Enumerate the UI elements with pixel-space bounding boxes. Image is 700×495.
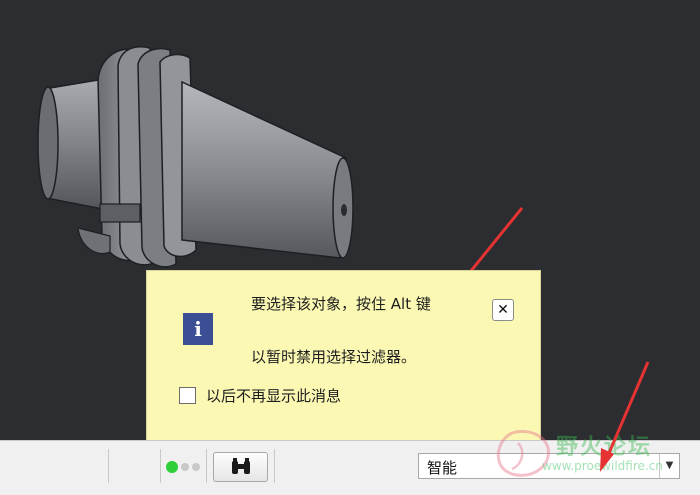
popup-message-line2: 以暂时禁用选择过滤器。 <box>251 348 417 366</box>
status-separator <box>160 449 161 483</box>
popup-close-button[interactable]: ✕ <box>492 299 514 321</box>
dont-show-again-checkbox[interactable] <box>179 387 196 404</box>
info-icon: i <box>183 313 213 345</box>
status-separator <box>108 449 109 483</box>
selection-filter-value: 智能 <box>427 459 458 477</box>
selection-info-popup: i 要选择该对象，按住 Alt 键 以暂时禁用选择过滤器。 ✕ 以后不再显示此消… <box>146 270 541 442</box>
regen-status-indicator <box>166 461 200 473</box>
status-separator <box>206 449 207 483</box>
status-led-off <box>181 463 189 471</box>
status-led-green <box>166 461 178 473</box>
dont-show-again-label: 以后不再显示此消息 <box>206 387 342 405</box>
status-separator <box>274 449 275 483</box>
popup-message-line1: 要选择该对象，按住 Alt 键 <box>251 295 431 313</box>
status-led-off <box>192 463 200 471</box>
find-button[interactable] <box>213 452 268 482</box>
dont-show-again-option[interactable]: 以后不再显示此消息 <box>179 385 341 406</box>
selection-filter-dropdown[interactable]: 智能 ▼ <box>418 453 680 479</box>
dropdown-arrow-icon[interactable]: ▼ <box>659 454 679 478</box>
binoculars-icon <box>232 458 250 474</box>
status-bar: 智能 ▼ <box>0 440 700 495</box>
